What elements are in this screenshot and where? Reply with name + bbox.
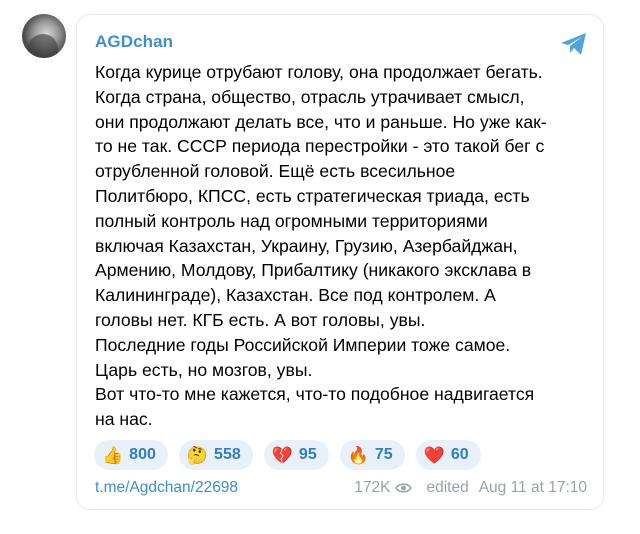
post-text: Когда курице отрубают голову, она продол… <box>95 62 547 430</box>
reaction-count: 60 <box>450 446 469 463</box>
channel-name[interactable]: AGDchan <box>95 32 173 52</box>
broken-heart-icon: 💔 <box>271 445 293 465</box>
thinking-face-icon: 🤔 <box>186 445 209 465</box>
reaction-thumbs-up[interactable]: 👍 800 <box>94 440 168 470</box>
red-heart-icon: ❤️ <box>423 445 445 465</box>
reaction-broken-heart[interactable]: 💔 95 <box>263 440 329 470</box>
avatar-image <box>28 34 58 58</box>
post-date: Aug 11 at 17:10 <box>478 479 587 496</box>
post-card: AGDchan Когда курице отрубают голову, он… <box>76 14 604 510</box>
reaction-count: 558 <box>214 446 241 463</box>
reaction-red-heart[interactable]: ❤️ 60 <box>415 440 481 470</box>
channel-avatar[interactable] <box>22 14 66 58</box>
edited-label: edited <box>426 479 469 496</box>
thumbs-up-icon: 👍 <box>102 445 124 465</box>
view-count: 172K <box>354 479 391 496</box>
post-link[interactable]: t.me/Agdchan/22698 <box>95 479 238 497</box>
share-icon[interactable] <box>559 31 589 57</box>
reaction-thinking-face[interactable]: 🤔 558 <box>178 440 253 470</box>
reaction-count: 800 <box>129 446 156 463</box>
reaction-fire[interactable]: 🔥 75 <box>339 440 405 470</box>
post-meta: 172K edited Aug 11 at 17:10 <box>354 479 587 497</box>
reaction-count: 95 <box>298 446 317 463</box>
reactions-bar: 👍 800 🤔 558 💔 95 🔥 75 ❤️ 60 <box>94 440 481 470</box>
reaction-count: 75 <box>374 446 393 463</box>
eye-icon <box>395 483 413 493</box>
fire-icon: 🔥 <box>347 445 369 465</box>
